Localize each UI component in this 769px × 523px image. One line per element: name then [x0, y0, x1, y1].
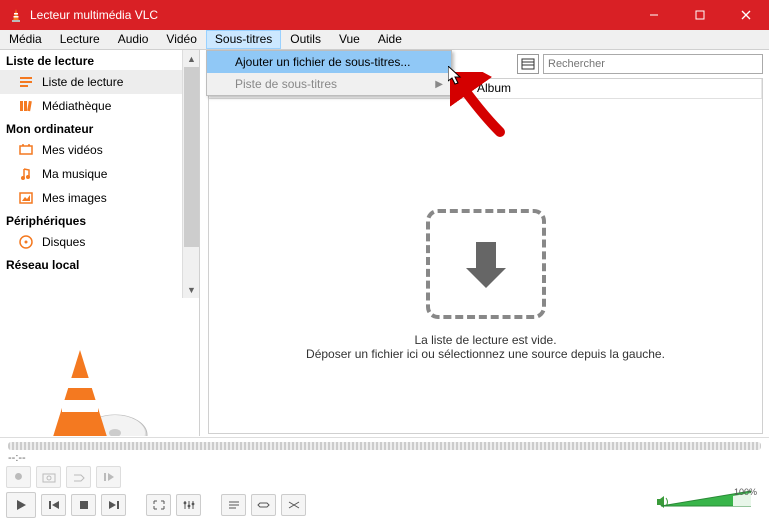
extended-settings-button[interactable] — [176, 494, 201, 516]
view-mode-button[interactable] — [517, 54, 539, 74]
sidebar-item-images[interactable]: Mes images — [0, 186, 199, 210]
image-icon — [18, 190, 34, 206]
titlebar: Lecteur multimédia VLC — [0, 0, 769, 30]
sidebar-item-label: Liste de lecture — [42, 75, 123, 89]
search-input[interactable] — [543, 54, 763, 74]
loop-a-b-button[interactable] — [66, 466, 91, 488]
primary-controls — [6, 492, 306, 518]
menu-sous-titres[interactable]: Sous-titres — [206, 30, 281, 49]
menubar: Média Lecture Audio Vidéo Sous-titres Ou… — [0, 30, 769, 50]
sidebar-heading-network: Réseau local — [0, 254, 199, 274]
video-icon — [18, 142, 34, 158]
shuffle-button[interactable] — [281, 494, 306, 516]
sidebar-item-label: Mes vidéos — [42, 143, 103, 157]
sidebar-heading-computer: Mon ordinateur — [0, 118, 199, 138]
sidebar: Liste de lecture Liste de lecture Médiat… — [0, 50, 200, 436]
menu-aide[interactable]: Aide — [369, 30, 411, 49]
frame-step-button[interactable] — [96, 466, 121, 488]
menu-lecture[interactable]: Lecture — [51, 30, 109, 49]
playlist-button[interactable] — [221, 494, 246, 516]
submenu-arrow-icon: ▶ — [435, 79, 443, 90]
sidebar-item-label: Médiathèque — [42, 99, 111, 113]
seek-bar[interactable] — [8, 442, 761, 450]
sidebar-item-disques[interactable]: Disques — [0, 230, 199, 254]
sidebar-item-label: Disques — [42, 235, 85, 249]
loop-button[interactable] — [251, 494, 276, 516]
volume-percent: 100% — [734, 487, 757, 497]
menu-audio[interactable]: Audio — [109, 30, 158, 49]
drop-zone[interactable]: La liste de lecture est vide. Déposer un… — [209, 139, 762, 361]
stop-button[interactable] — [71, 494, 96, 516]
sidebar-heading-playlist: Liste de lecture — [0, 50, 199, 70]
column-album[interactable]: Album — [469, 79, 762, 98]
sidebar-item-videos[interactable]: Mes vidéos — [0, 138, 199, 162]
sidebar-heading-devices: Périphériques — [0, 210, 199, 230]
maximize-button[interactable] — [677, 0, 723, 30]
scrollbar-thumb[interactable] — [184, 67, 199, 247]
sidebar-item-mediatheque[interactable]: Médiathèque — [0, 94, 199, 118]
record-button[interactable]: ● — [6, 466, 31, 488]
play-button[interactable] — [6, 492, 36, 518]
close-button[interactable] — [723, 0, 769, 30]
menu-outils[interactable]: Outils — [281, 30, 330, 49]
empty-playlist-text: La liste de lecture est vide. — [414, 333, 556, 347]
window-title: Lecteur multimédia VLC — [30, 8, 631, 22]
scroll-down-icon[interactable]: ▼ — [183, 281, 200, 298]
menu-subtitle-track-label: Piste de sous-titres — [235, 77, 337, 91]
next-button[interactable] — [101, 494, 126, 516]
prev-button[interactable] — [41, 494, 66, 516]
menu-video[interactable]: Vidéo — [157, 30, 205, 49]
minimize-button[interactable] — [631, 0, 677, 30]
scroll-up-icon[interactable]: ▲ — [183, 50, 200, 67]
sidebar-item-playlist[interactable]: Liste de lecture — [0, 70, 199, 94]
album-art-placeholder — [20, 340, 160, 436]
menu-add-subtitle-file[interactable]: Ajouter un fichier de sous-titres... — [207, 51, 451, 73]
playlist-icon — [18, 74, 34, 90]
sidebar-item-label: Ma musique — [42, 167, 107, 181]
music-icon — [18, 166, 34, 182]
fullscreen-button[interactable] — [146, 494, 171, 516]
player-controls: --:-- ● 100% — [0, 437, 769, 523]
vlc-cone-icon — [8, 7, 24, 23]
mouse-cursor-icon — [448, 66, 464, 86]
secondary-controls: ● — [6, 466, 121, 488]
time-label: --:-- — [8, 452, 26, 464]
library-icon — [18, 98, 34, 114]
sous-titres-dropdown: Ajouter un fichier de sous-titres... Pis… — [206, 50, 452, 96]
sidebar-scrollbar[interactable]: ▲ ▼ — [182, 50, 199, 298]
drop-hint-text: Déposer un fichier ici ou sélectionnez u… — [306, 347, 665, 361]
sidebar-item-music[interactable]: Ma musique — [0, 162, 199, 186]
menu-vue[interactable]: Vue — [330, 30, 369, 49]
menu-subtitle-track[interactable]: Piste de sous-titres ▶ — [207, 73, 451, 95]
menu-media[interactable]: Média — [0, 30, 51, 49]
disc-icon — [18, 234, 34, 250]
drop-target-icon — [426, 209, 546, 319]
volume-slider[interactable]: 100% — [661, 489, 761, 517]
sidebar-item-label: Mes images — [42, 191, 107, 205]
snapshot-button[interactable] — [36, 466, 61, 488]
